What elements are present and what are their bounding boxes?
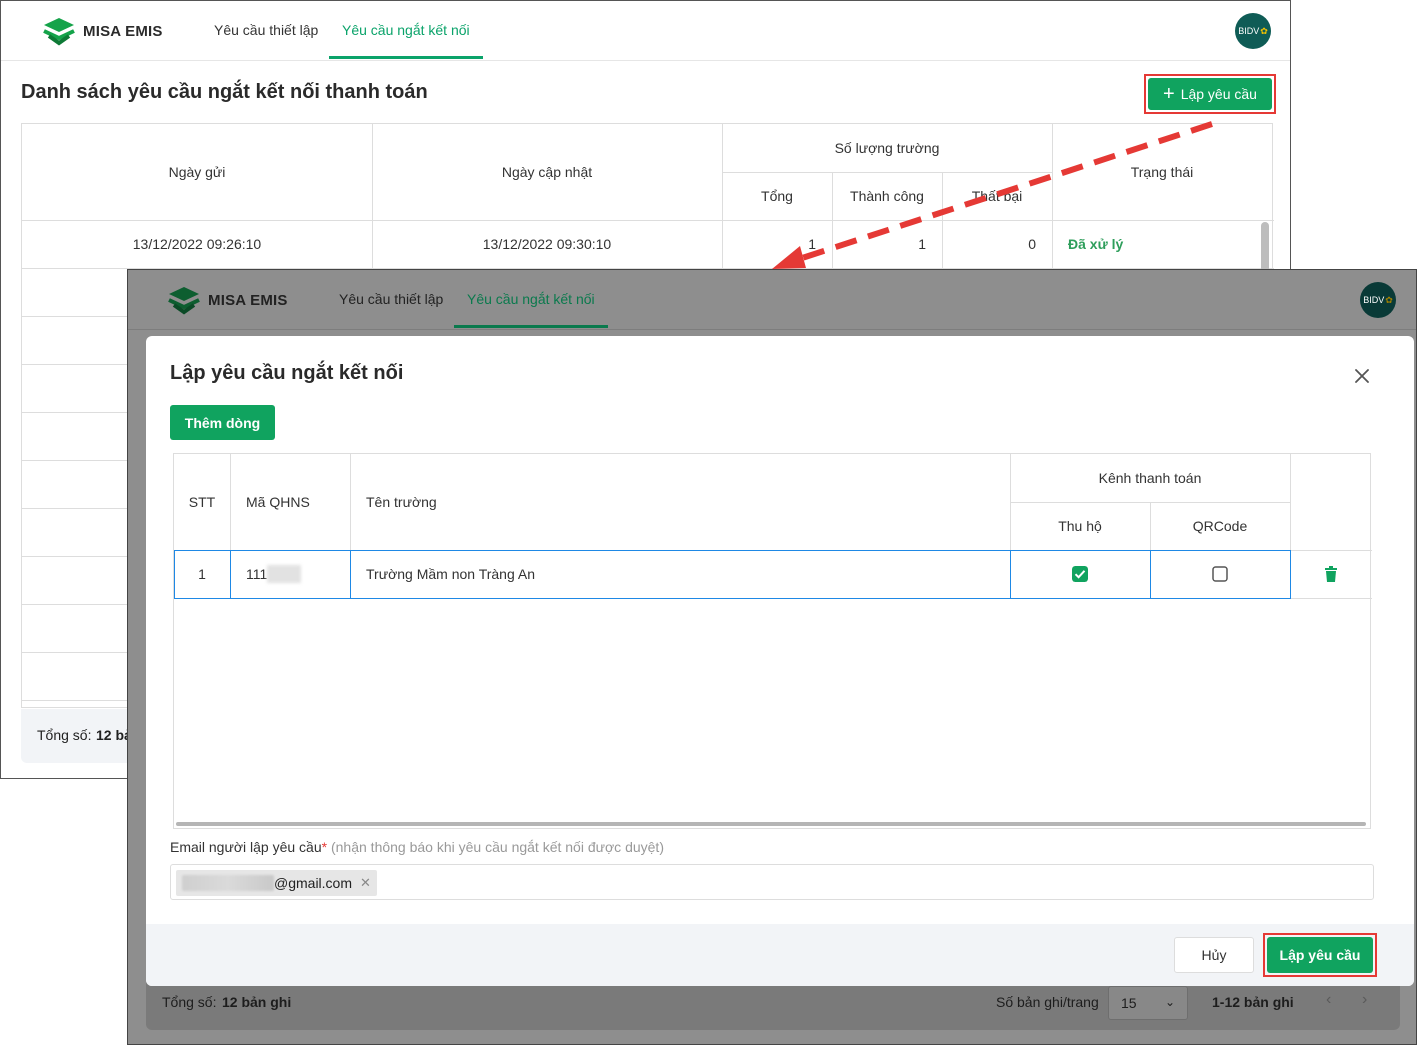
chevron-down-icon: ⌄ [1164, 995, 1175, 1009]
column-header-school: Tên trường [366, 494, 437, 510]
logo-dimmed: MISA EMIS [166, 285, 288, 315]
thu-ho-checkbox-cell [1010, 550, 1150, 598]
table-cell-updated-date: 13/12/2022 09:30:10 [482, 236, 612, 252]
column-header-updated-date: Ngày cập nhật [501, 164, 593, 180]
bidv-flower-icon: ✿ [1260, 25, 1268, 36]
highlight-submit-button [1263, 933, 1377, 977]
unchecked-checkbox-icon[interactable] [1212, 566, 1228, 582]
tab-disconnect-requests[interactable]: Yêu cầu ngắt kết nối [454, 270, 608, 328]
column-header-status: Trạng thái [1130, 164, 1194, 180]
blurred-code [267, 565, 302, 583]
brand-name: MISA EMIS [83, 22, 163, 40]
email-label: Email người lập yêu cầu* (nhận thông báo… [170, 839, 664, 855]
brand-name: MISA EMIS [208, 291, 288, 309]
column-header-stt: STT [188, 494, 216, 510]
table-cell-code[interactable]: 111 [230, 550, 350, 598]
table-cell-school[interactable]: Trường Mầm non Tràng An [350, 550, 1010, 598]
status-badge: Đã xử lý [1068, 236, 1124, 252]
avatar-text: BIDV [1363, 295, 1385, 305]
email-input[interactable]: @gmail.com ✕ [170, 864, 1374, 900]
bidv-flower-icon: ✿ [1385, 294, 1393, 305]
column-header-thu-ho: Thu hộ [1058, 518, 1102, 534]
misa-logo-icon [168, 287, 200, 315]
avatar[interactable]: BIDV ✿ [1360, 282, 1396, 318]
misa-logo-icon [43, 18, 75, 46]
add-row-button[interactable]: Thêm dòng [170, 405, 275, 440]
table-cell-failed: 0 [1028, 236, 1036, 252]
remove-chip-icon[interactable]: ✕ [360, 875, 371, 891]
email-chip-text: @gmail.com [274, 875, 353, 891]
schools-table: STT Mã QHNS Tên trường Kênh thanh toán T… [173, 453, 1372, 829]
required-mark: * [321, 839, 328, 855]
column-header-channel: Kênh thanh toán [1098, 470, 1202, 486]
tab-disconnect-requests[interactable]: Yêu cầu ngắt kết nối [329, 1, 483, 59]
foreground-screenshot: MISA EMIS Yêu cầu thiết lập Yêu cầu ngắt… [127, 269, 1417, 1045]
email-chip: @gmail.com ✕ [176, 870, 377, 896]
tab-setup-requests[interactable]: Yêu cầu thiết lập [339, 270, 443, 328]
column-header-school-count: Số lượng trường [834, 140, 940, 156]
email-label-text: Email người lập yêu cầu [170, 839, 322, 855]
next-page-icon[interactable]: › [1362, 991, 1367, 1009]
checked-checkbox-icon[interactable] [1072, 566, 1088, 582]
table-cell-total: 1 [808, 236, 816, 252]
trash-icon[interactable] [1324, 566, 1338, 582]
prev-page-icon[interactable]: ‹ [1326, 991, 1331, 1009]
footer-total-label: Tổng số: [37, 727, 92, 743]
column-header-code: Mã QHNS [246, 494, 310, 510]
logo: MISA EMIS [41, 16, 163, 46]
horizontal-scrollbar[interactable] [176, 822, 1366, 826]
avatar-text: BIDV [1238, 26, 1260, 36]
table-cell-stt: 1 [198, 566, 206, 582]
per-page-value: 15 [1121, 995, 1137, 1011]
table-cell-sent-date: 13/12/2022 09:26:10 [132, 236, 262, 252]
column-header-failed: Thất bại [971, 188, 1023, 204]
page-title: Danh sách yêu cầu ngắt kết nối thanh toá… [21, 81, 428, 103]
code-visible: 111 [246, 566, 268, 582]
column-header-total: Tổng [761, 188, 793, 204]
table-cell-success: 1 [918, 236, 926, 252]
highlight-create-button [1144, 74, 1276, 114]
email-hint: (nhận thông báo khi yêu cầu ngắt kết nối… [330, 839, 664, 855]
footer-total-value: 12 bản ghi [222, 994, 292, 1010]
blurred-email-user [182, 875, 274, 891]
table-scrollbar[interactable] [1261, 222, 1269, 274]
modal-footer: Hủy Lập yêu cầu [146, 924, 1414, 986]
per-page-label: Số bản ghi/trang [996, 994, 1099, 1010]
column-header-success: Thành công [850, 188, 924, 204]
tab-setup-requests[interactable]: Yêu cầu thiết lập [214, 1, 318, 59]
column-header-qrcode: QRCode [1192, 518, 1248, 534]
avatar[interactable]: BIDV ✿ [1235, 13, 1271, 49]
page-range: 1-12 bản ghi [1212, 994, 1294, 1010]
modal-title: Lập yêu cầu ngắt kết nối [170, 362, 404, 384]
column-header-sent-date: Ngày gửi [168, 164, 226, 180]
qrcode-checkbox-cell [1150, 550, 1290, 598]
top-navbar: MISA EMIS Yêu cầu thiết lập Yêu cầu ngắt… [1, 1, 1290, 61]
footer-total-label: Tổng số: [162, 994, 217, 1010]
per-page-select[interactable]: 15 ⌄ [1108, 986, 1188, 1020]
top-navbar-dimmed: MISA EMIS Yêu cầu thiết lập Yêu cầu ngắt… [128, 270, 1416, 330]
create-disconnect-modal: Lập yêu cầu ngắt kết nối Thêm dòng STT M… [146, 336, 1414, 986]
close-icon[interactable] [1352, 366, 1372, 386]
cancel-button[interactable]: Hủy [1174, 937, 1254, 973]
delete-cell [1290, 550, 1372, 598]
